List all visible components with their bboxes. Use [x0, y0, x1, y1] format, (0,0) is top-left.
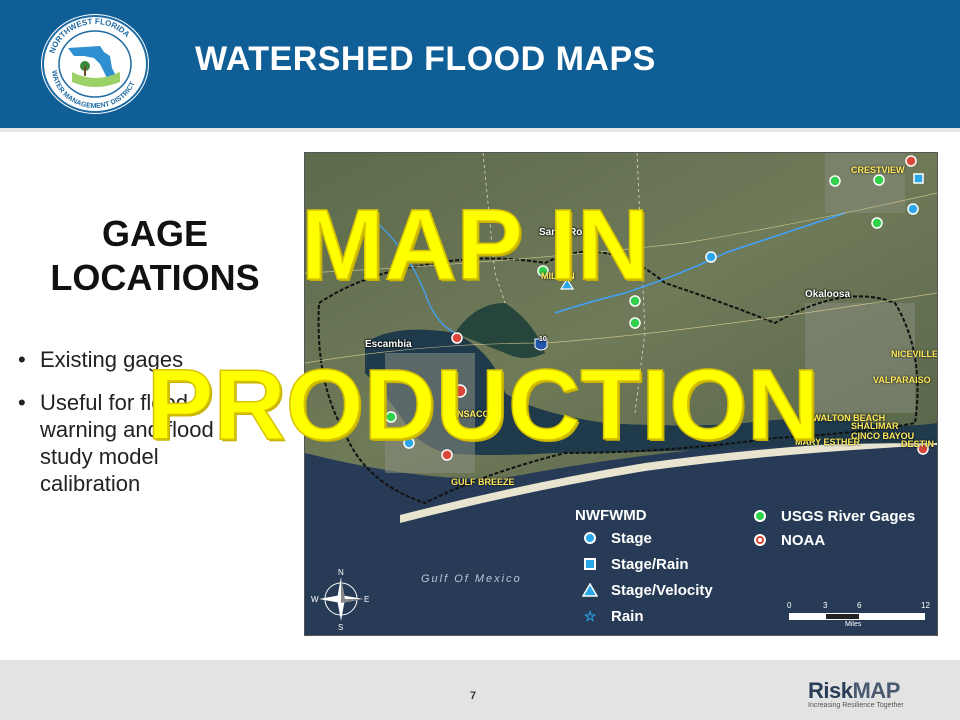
- header-divider: [0, 128, 960, 132]
- usgs-gage-icon: [751, 507, 769, 525]
- scale-unit: Miles: [845, 621, 862, 628]
- brand-tagline: Increasing Resilience Together: [808, 702, 904, 709]
- legend-title-nwfwmd: NWFWMD: [575, 507, 647, 524]
- nwfwmd-logo: NORTHWEST FLORIDA WATER MANAGEMENT DISTR…: [38, 12, 152, 116]
- stage-icon: [581, 529, 599, 547]
- legend-label: USGS River Gages: [781, 507, 916, 525]
- legend-stage-velocity: Stage/Velocity: [581, 581, 713, 599]
- stage-rain-icon: [581, 555, 599, 573]
- brand-risk: Risk: [808, 678, 853, 703]
- brand-map: MAP: [852, 678, 900, 703]
- legend-label: Rain: [611, 607, 644, 625]
- legend-stage-rain: Stage/Rain: [581, 555, 689, 573]
- compass-s: S: [338, 623, 343, 631]
- label-okaloosa: Okaloosa: [805, 289, 851, 300]
- compass-w: W: [311, 595, 319, 604]
- scale-tick: 3: [823, 601, 828, 610]
- legend-rain: ☆ Rain: [581, 607, 644, 625]
- rain-star-icon: ☆: [583, 607, 597, 624]
- compass-rose-icon: N S E W: [311, 567, 371, 631]
- noaa-gage-icon: [751, 531, 769, 549]
- legend-label: Stage: [611, 529, 652, 547]
- page-title: WATERSHED FLOOD MAPS: [195, 40, 656, 78]
- label-gulf-of-mexico: Gulf Of Mexico: [421, 573, 522, 585]
- compass-n: N: [338, 568, 344, 577]
- overlay-line-2: PRODUCTION: [146, 349, 820, 461]
- stage-velocity-icon: [581, 581, 599, 599]
- scale-tick: 12: [921, 601, 930, 610]
- label-crestview: CRESTVIEW: [851, 165, 905, 175]
- compass-e: E: [364, 595, 369, 604]
- page-number: 7: [470, 690, 477, 702]
- header-bar: NORTHWEST FLORIDA WATER MANAGEMENT DISTR…: [0, 0, 960, 128]
- scale-tick: 0: [787, 601, 792, 610]
- legend-stage: Stage: [581, 529, 652, 547]
- legend-label: Stage/Velocity: [611, 581, 713, 599]
- legend-label: NOAA: [781, 531, 826, 549]
- scale-tick: 6: [857, 601, 862, 610]
- legend-label: Stage/Rain: [611, 555, 689, 573]
- legend-usgs: USGS River Gages: [751, 507, 915, 525]
- scale-bar: 0 3 6 12 Miles: [783, 601, 933, 631]
- legend-noaa: NOAA: [751, 531, 825, 549]
- label-gulf-breeze: GULF BREEZE: [451, 477, 515, 487]
- label-interstate: 10: [539, 336, 547, 343]
- riskmap-logo: RiskMAP Increasing Resilience Together: [808, 678, 904, 709]
- overlay-line-1: MAP IN: [300, 189, 650, 301]
